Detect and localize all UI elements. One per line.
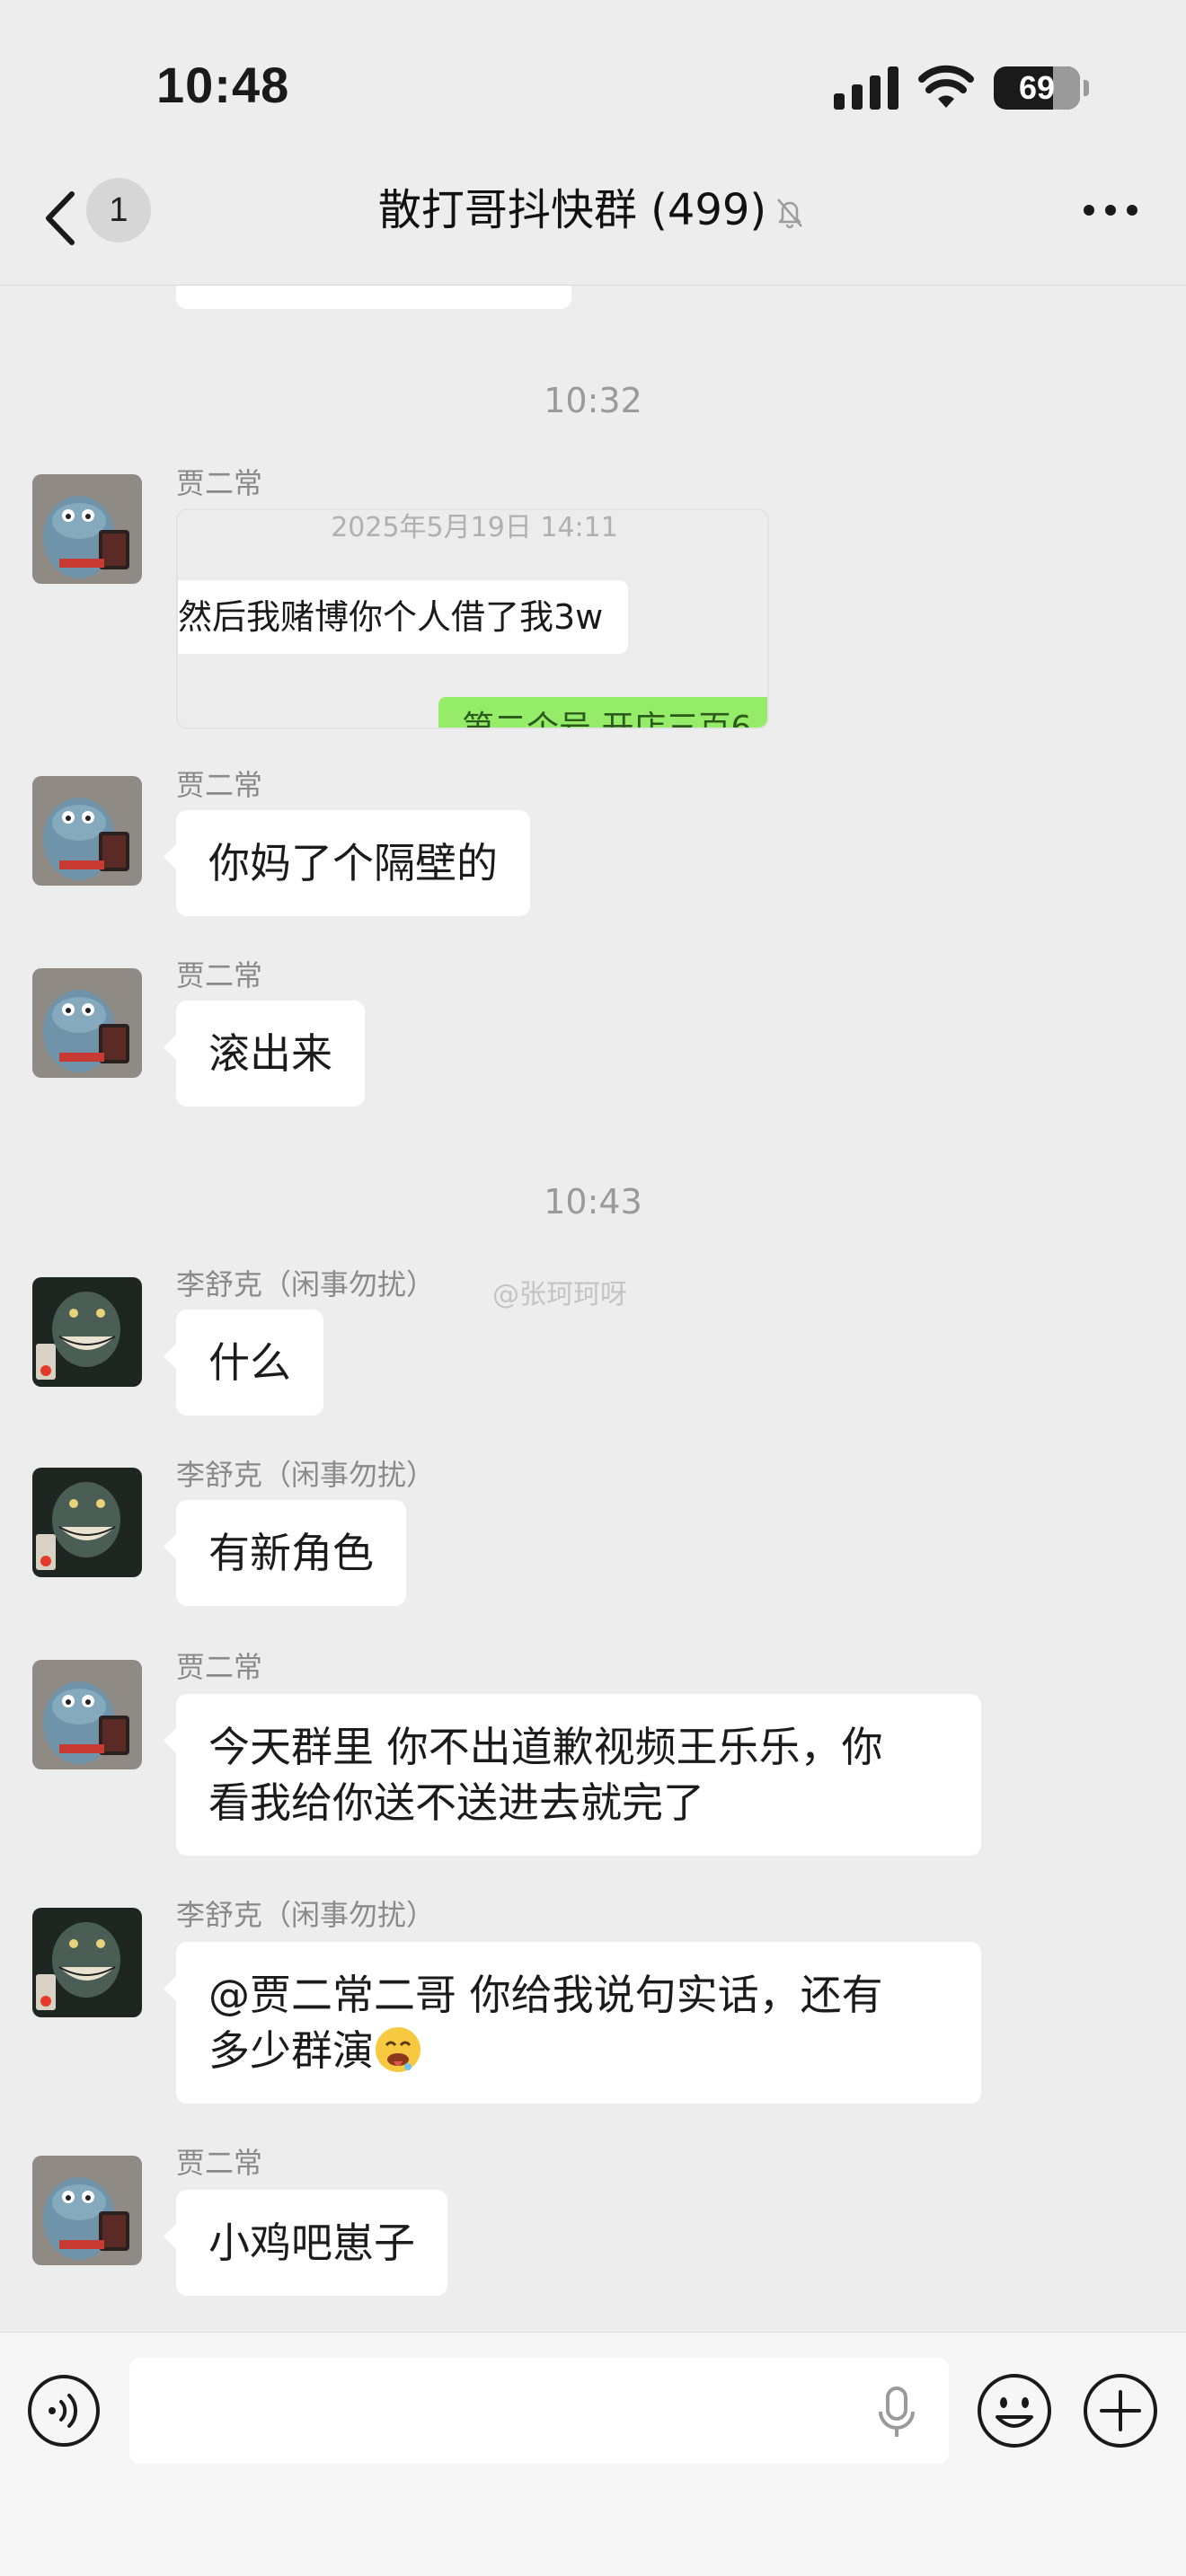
message-text: 多少群演 [208, 2026, 374, 2075]
plus-icon[interactable] [1082, 2372, 1159, 2449]
sender-name: 贾二常 [176, 1650, 263, 1684]
sender-name: 贾二常 [176, 2146, 263, 2180]
avatar[interactable] [32, 2156, 142, 2265]
message-bubble[interactable]: 滚出来 [164, 1001, 365, 1107]
status-bar: 10:48 69 [0, 0, 1186, 162]
avatar[interactable] [32, 1468, 142, 1577]
wifi-icon [918, 65, 974, 108]
cellular-signal-icon [834, 66, 898, 110]
avatar[interactable] [32, 1908, 142, 2017]
message-line: @贾二常二哥 你给我说句实话，还有 [208, 1971, 883, 2019]
bell-muted-icon [777, 198, 803, 229]
message-line: 看我给你送不送进去就完了 [208, 1778, 704, 1827]
avatar[interactable] [32, 1660, 142, 1769]
message-bubble[interactable]: 今天群里 你不出道歉视频王乐乐，你 看我给你送不送进去就完了 [164, 1694, 981, 1856]
message-bubble[interactable]: 有新角色 [164, 1500, 406, 1606]
avatar[interactable] [32, 474, 142, 584]
quoted-date: 2025年5月19日 14:11 [331, 512, 618, 543]
clock: 10:48 [156, 57, 290, 113]
sender-name: 李舒克（闲事勿扰） [176, 1898, 436, 1932]
quoted-screenshot[interactable]: 2025年5月19日 14:11 然后我赌博你个人借了我3w 第二个号 开店三百… [176, 508, 769, 729]
watermark: @张珂珂呀 [492, 1279, 627, 1310]
group-name: 散打哥抖快群 (499) [377, 185, 767, 235]
timestamp: 10:32 [544, 381, 642, 420]
avatar[interactable] [32, 1277, 142, 1387]
message-bubble[interactable]: 小鸡吧崽子 [164, 2190, 447, 2296]
message-bubble[interactable]: @贾二常二哥 你给我说句实话，还有 多少群演 [164, 1942, 981, 2104]
quoted-message: 然后我赌博你个人借了我3w [178, 580, 629, 654]
microphone-icon[interactable] [872, 2385, 922, 2439]
message-bubble[interactable]: 什么 [164, 1310, 323, 1416]
chat-title: 散打哥抖快群 (499) [0, 181, 1186, 239]
emoji-icon[interactable] [976, 2372, 1053, 2449]
sender-name: 李舒克（闲事勿扰） [176, 1267, 436, 1301]
message-line: 多少群演 [208, 2023, 949, 2078]
drooling-face-emoji-icon [376, 2027, 420, 2072]
avatar[interactable] [32, 968, 142, 1078]
avatar[interactable] [32, 776, 142, 886]
voice-icon[interactable] [27, 2374, 101, 2448]
more-icon[interactable] [1080, 199, 1141, 221]
sender-name: 李舒克（闲事勿扰） [176, 1458, 436, 1492]
sender-name: 贾二常 [176, 958, 263, 992]
sender-name: 贾二常 [176, 768, 263, 802]
previous-message-bubble [176, 286, 571, 309]
message-line: 今天群里 你不出道歉视频王乐乐，你 [208, 1723, 883, 1771]
quoted-green-message: 第二个号 开店三百6 [438, 697, 767, 728]
sender-name: 贾二常 [176, 466, 263, 500]
input-bar [0, 2332, 1186, 2576]
battery-indicator: 69 [994, 66, 1089, 110]
message-bubble[interactable]: 你妈了个隔壁的 [164, 810, 530, 916]
timestamp: 10:43 [544, 1182, 642, 1222]
message-input[interactable] [129, 2358, 949, 2464]
